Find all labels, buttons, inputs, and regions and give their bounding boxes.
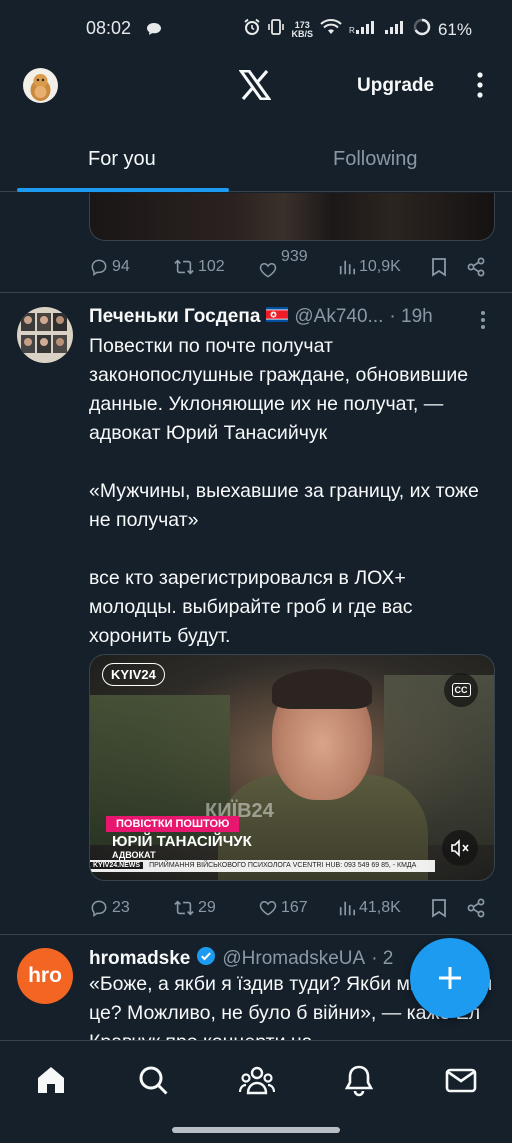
author-handle[interactable]: @Ak740... (294, 306, 383, 328)
tweet-author-avatar[interactable]: hro (17, 948, 73, 1004)
battery-percent: 61% (437, 19, 472, 39)
author-name[interactable]: Печеньки Госдепа (89, 306, 260, 328)
video-banner: ПОВІСТКИ ПОШТОЮ (106, 816, 240, 832)
ticker-source: KYIV24.NEWS (90, 862, 144, 869)
upgrade-button[interactable]: Upgrade (357, 75, 434, 97)
video-ticker: KYIV24.NEWS ПРИЙМАННЯ ВІЙСЬКОВОГО ПСИХОЛО… (90, 860, 435, 872)
tweet-more-icon[interactable] (476, 310, 490, 330)
alarm-icon (243, 18, 261, 41)
x-logo-icon[interactable] (238, 69, 272, 105)
heart-icon (259, 262, 277, 278)
reply-icon (91, 900, 107, 917)
like-count: 167 (281, 899, 308, 916)
reply-count: 23 (112, 899, 130, 916)
tweet-video[interactable]: KYIV24 CC КИЇВ24 ПОВІСТКИ ПОШТОЮ ЮРІЙ ТА… (89, 654, 495, 881)
previous-tweet-actions: 94 102 939 10,9K (89, 248, 489, 281)
share-icon (467, 898, 485, 918)
views-icon (339, 901, 356, 916)
timeline-tabs: For you Following (0, 128, 512, 192)
repost-count: 29 (198, 899, 216, 916)
divider (0, 292, 512, 293)
views-button[interactable]: 41,8K (338, 899, 430, 917)
video-person-role: АДВОКАТ (112, 850, 156, 860)
notifications-bell-icon[interactable] (342, 1063, 376, 1097)
author-handle[interactable]: @HromadskeUA (222, 948, 365, 970)
views-count: 10,9K (359, 258, 401, 275)
tweet-text: Повестки по почте получат законопослушны… (89, 335, 479, 647)
reply-button[interactable]: 94 (89, 257, 173, 277)
plus-icon (439, 967, 461, 989)
avatar-text: hro (28, 964, 62, 987)
net-speed: 173 KB/S (291, 20, 313, 39)
bookmark-icon (432, 899, 446, 918)
status-bar: 08:02 173 KB/S R 61% (0, 0, 512, 58)
compose-button[interactable] (410, 938, 490, 1018)
views-count: 41,8K (359, 899, 401, 916)
profile-avatar[interactable] (23, 68, 58, 103)
search-icon[interactable] (136, 1063, 170, 1097)
home-icon[interactable] (34, 1063, 68, 1097)
like-button[interactable]: 939 (258, 248, 338, 280)
repost-button[interactable]: 29 (173, 898, 258, 918)
bookmark-icon (432, 258, 446, 277)
more-options-icon[interactable] (470, 70, 490, 100)
views-button[interactable]: 10,9K (338, 258, 430, 276)
heart-icon (259, 900, 277, 916)
mute-button[interactable] (442, 830, 478, 866)
tweet-actions: 23 29 167 41,8K (89, 894, 489, 922)
gesture-navigation-bar[interactable] (172, 1127, 340, 1133)
repost-count: 102 (198, 258, 225, 275)
speaker-muted-icon (451, 839, 469, 857)
verified-badge-icon (196, 946, 216, 972)
signal-icon-2 (384, 19, 406, 40)
video-person-name: ЮРІЙ ТАНАСІЙЧУК (112, 833, 252, 850)
bookmark-button[interactable] (430, 898, 466, 918)
cc-icon: CC (451, 683, 471, 697)
north-korea-flag-icon (266, 306, 289, 328)
tweet-header: hromadske @HromadskeUA · 2 (89, 946, 393, 972)
reply-icon (91, 259, 107, 276)
share-button[interactable] (466, 898, 486, 918)
messages-envelope-icon[interactable] (444, 1063, 478, 1097)
like-button[interactable]: 167 (258, 898, 338, 918)
channel-logo: KYIV24 (102, 663, 165, 686)
tweet-timestamp[interactable]: · 2 (371, 948, 393, 970)
reply-button[interactable]: 23 (89, 898, 173, 918)
captions-button[interactable]: CC (444, 673, 478, 707)
svg-text:R: R (349, 26, 355, 35)
signal-icon-1: R (349, 19, 377, 40)
tweet-timestamp[interactable]: · 19h (389, 306, 432, 328)
share-button[interactable] (466, 257, 486, 277)
battery-icon (413, 18, 431, 41)
communities-icon[interactable] (238, 1063, 276, 1097)
repost-icon (174, 900, 194, 916)
like-count: 939 (281, 248, 308, 265)
tweet-author-avatar[interactable] (17, 307, 73, 363)
bookmark-button[interactable] (430, 257, 466, 277)
app-header: Upgrade (0, 58, 512, 118)
author-name[interactable]: hromadske (89, 948, 190, 970)
net-speed-unit: KB/S (291, 28, 313, 39)
share-icon (467, 257, 485, 277)
tab-following[interactable]: Following (333, 148, 417, 171)
wifi-icon (320, 19, 342, 40)
status-time: 08:02 (86, 18, 132, 38)
reply-count: 94 (112, 258, 130, 275)
previous-tweet-media[interactable] (89, 193, 495, 241)
vibrate-icon (268, 18, 285, 41)
screen: 08:02 173 KB/S R 61% Upgrade For you Fol… (0, 0, 512, 1143)
ticker-text: ПРИЙМАННЯ ВІЙСЬКОВОГО ПСИХОЛОГА VCENTRI … (149, 862, 417, 869)
video-person-hair (272, 669, 372, 709)
views-icon (339, 260, 356, 275)
repost-icon (174, 259, 194, 275)
tab-for-you[interactable]: For you (88, 148, 156, 171)
tweet-header: Печеньки Госдепа @Ak740... · 19h (89, 306, 433, 328)
active-tab-indicator (17, 188, 229, 192)
repost-button[interactable]: 102 (173, 257, 258, 277)
chat-bubble-icon (146, 22, 162, 41)
divider (0, 934, 512, 935)
status-icons: 173 KB/S R 61% (243, 18, 472, 41)
